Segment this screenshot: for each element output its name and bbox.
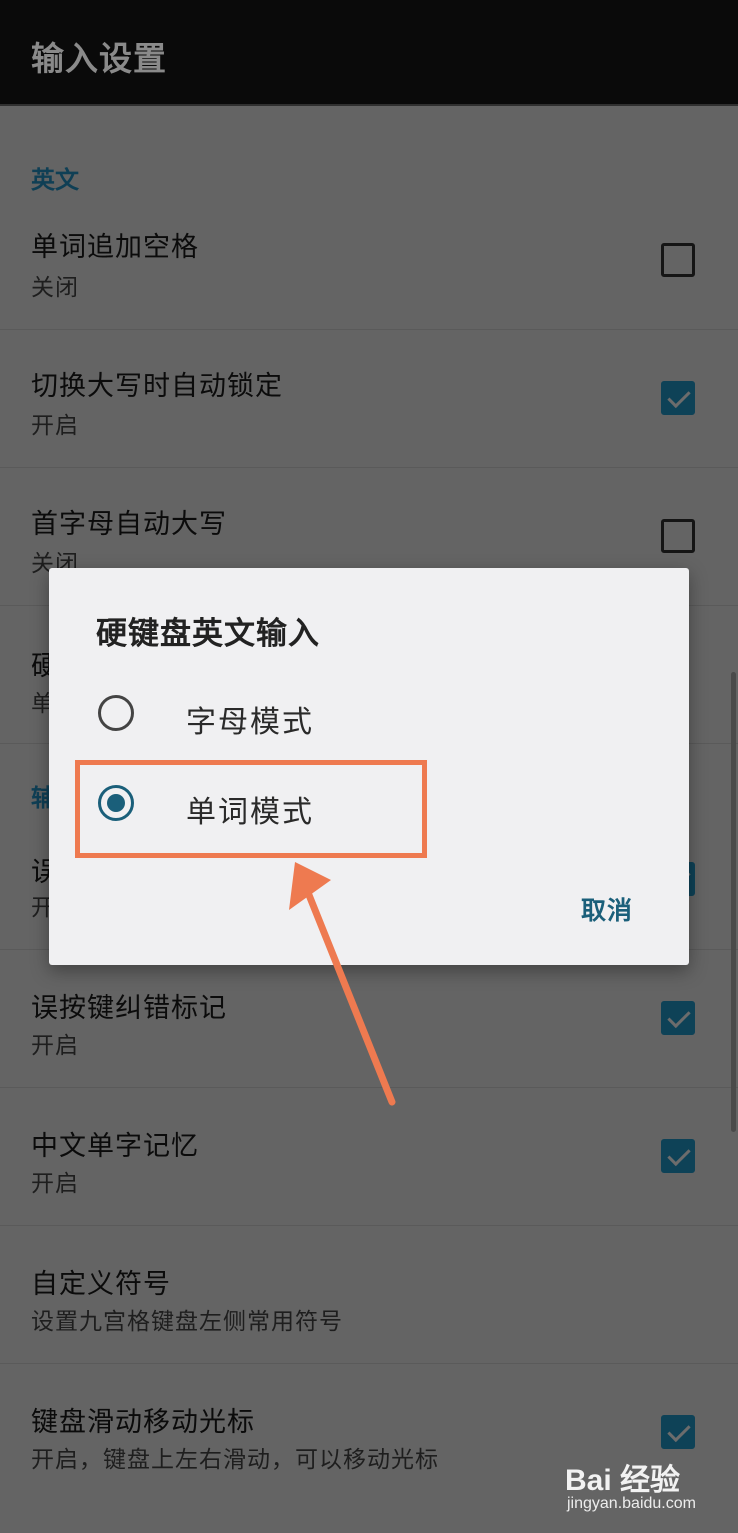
section-header-english: 英文 — [31, 166, 79, 194]
setting-title: 自定义符号 — [31, 1269, 171, 1300]
watermark-logo: Bai 经验 — [565, 1464, 681, 1497]
checkbox[interactable] — [661, 519, 695, 553]
setting-row-chinese-char-memory[interactable]: 中文单字记忆 开启 — [0, 1088, 738, 1226]
setting-row-caps-lock[interactable]: 切换大写时自动锁定 开启 — [0, 330, 738, 468]
setting-subtitle: 设置九宫格键盘左侧常用符号 — [31, 1309, 343, 1335]
setting-title: 键盘滑动移动光标 — [31, 1407, 255, 1438]
app-bar: 输入设置 — [0, 0, 738, 106]
checkbox-checked[interactable] — [661, 1415, 695, 1449]
setting-title: 误按键纠错标记 — [31, 993, 227, 1024]
dialog-title: 硬键盘英文输入 — [96, 616, 320, 652]
setting-title: 单词追加空格 — [31, 232, 199, 263]
setting-subtitle: 开启 — [31, 1171, 79, 1197]
checkbox-checked[interactable] — [661, 1139, 695, 1173]
setting-subtitle: 开启 — [31, 1033, 79, 1059]
option-letter-mode[interactable]: 字母模式 — [49, 674, 689, 754]
radio-button[interactable] — [98, 695, 134, 731]
scrollbar[interactable] — [731, 672, 736, 1132]
setting-row-typo-mark[interactable]: 误按键纠错标记 开启 — [0, 950, 738, 1088]
option-label: 字母模式 — [186, 705, 314, 740]
watermark-url: jingyan.baidu.com — [567, 1495, 696, 1512]
checkbox-checked[interactable] — [661, 381, 695, 415]
cancel-button[interactable]: 取消 — [581, 891, 633, 927]
setting-subtitle: 开启 — [31, 413, 79, 439]
setting-row-word-append-space[interactable]: 单词追加空格 关闭 — [0, 200, 738, 330]
checkbox-checked[interactable] — [661, 1001, 695, 1035]
page-title: 输入设置 — [31, 39, 167, 78]
setting-subtitle: 开启，键盘上左右滑动，可以移动光标 — [31, 1447, 439, 1473]
setting-title: 中文单字记忆 — [31, 1131, 199, 1162]
highlight-box — [75, 760, 427, 858]
setting-row-custom-symbols[interactable]: 自定义符号 设置九宫格键盘左侧常用符号 — [0, 1226, 738, 1364]
watermark: Bai 经验 jingyan.baidu.com — [565, 1455, 725, 1525]
setting-title: 首字母自动大写 — [31, 509, 227, 540]
checkbox[interactable] — [661, 243, 695, 277]
setting-subtitle: 关闭 — [31, 275, 79, 301]
setting-title: 切换大写时自动锁定 — [31, 371, 283, 402]
